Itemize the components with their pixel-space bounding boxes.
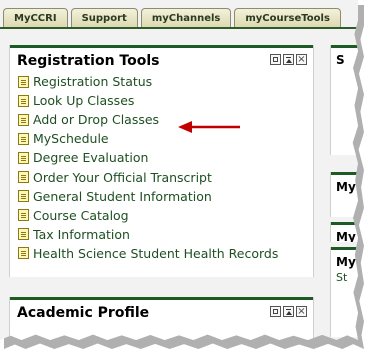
portlet-header: Academic Profile ×	[10, 300, 313, 324]
portlet-controls: ×	[270, 54, 307, 65]
link-course-catalog[interactable]: Course Catalog	[33, 208, 129, 223]
portlet-header: Registration Tools ×	[10, 48, 313, 72]
close-icon[interactable]: ×	[296, 54, 307, 65]
close-icon[interactable]: ×	[296, 306, 307, 317]
maximize-icon[interactable]	[283, 54, 294, 65]
document-icon	[18, 75, 29, 88]
top-nav-tabs: MyCCRI Support myChannels myCourseTools	[3, 8, 341, 28]
maximize-icon[interactable]	[283, 306, 294, 317]
portlet-controls: ×	[270, 306, 307, 317]
portlet-title: Registration Tools	[17, 53, 160, 69]
link-myschedule[interactable]: MySchedule	[33, 131, 109, 146]
list-item: Degree Evaluation	[18, 148, 313, 167]
document-icon	[18, 228, 29, 241]
document-icon	[18, 113, 29, 126]
document-icon	[18, 247, 29, 260]
annotation-arrow-icon	[178, 121, 240, 133]
document-icon	[18, 151, 29, 164]
screenshot-sheet: MyCCRI Support myChannels myCourseTools …	[0, 0, 358, 340]
list-item: Course Catalog	[18, 206, 313, 225]
tab-underline	[0, 27, 358, 29]
link-add-or-drop-classes[interactable]: Add or Drop Classes	[33, 112, 159, 127]
link-tax-information[interactable]: Tax Information	[33, 227, 130, 242]
link-registration-status[interactable]: Registration Status	[33, 74, 152, 89]
link-health-science-records[interactable]: Health Science Student Health Records	[33, 246, 278, 261]
registration-tools-portlet: Registration Tools × Registration Status…	[9, 45, 314, 277]
portlet-title: Academic Profile	[17, 305, 150, 321]
link-degree-evaluation[interactable]: Degree Evaluation	[33, 150, 148, 165]
link-look-up-classes[interactable]: Look Up Classes	[33, 93, 134, 108]
list-item: Registration Status	[18, 72, 313, 91]
document-icon	[18, 209, 29, 222]
link-general-student-information[interactable]: General Student Information	[33, 189, 212, 204]
list-item: Health Science Student Health Records	[18, 244, 313, 263]
tab-myccri[interactable]: MyCCRI	[3, 8, 68, 27]
academic-profile-portlet: Academic Profile ×	[9, 297, 314, 340]
list-item: Order Your Official Transcript	[18, 167, 313, 186]
document-icon	[18, 94, 29, 107]
list-item: MySchedule	[18, 129, 313, 148]
link-order-transcript[interactable]: Order Your Official Transcript	[33, 170, 212, 185]
registration-links-list: Registration Status Look Up Classes Add …	[10, 72, 313, 263]
list-item: Add or Drop Classes	[18, 110, 313, 129]
tab-mychannels[interactable]: myChannels	[140, 8, 232, 27]
minimize-icon[interactable]	[270, 54, 281, 65]
minimize-icon[interactable]	[270, 306, 281, 317]
list-item: Look Up Classes	[18, 91, 313, 110]
tab-support[interactable]: Support	[70, 8, 138, 27]
list-item: Tax Information	[18, 225, 313, 244]
document-icon	[18, 132, 29, 145]
document-icon	[18, 171, 29, 184]
list-item: General Student Information	[18, 187, 313, 206]
document-icon	[18, 190, 29, 203]
tab-mycoursetools[interactable]: myCourseTools	[234, 8, 341, 27]
